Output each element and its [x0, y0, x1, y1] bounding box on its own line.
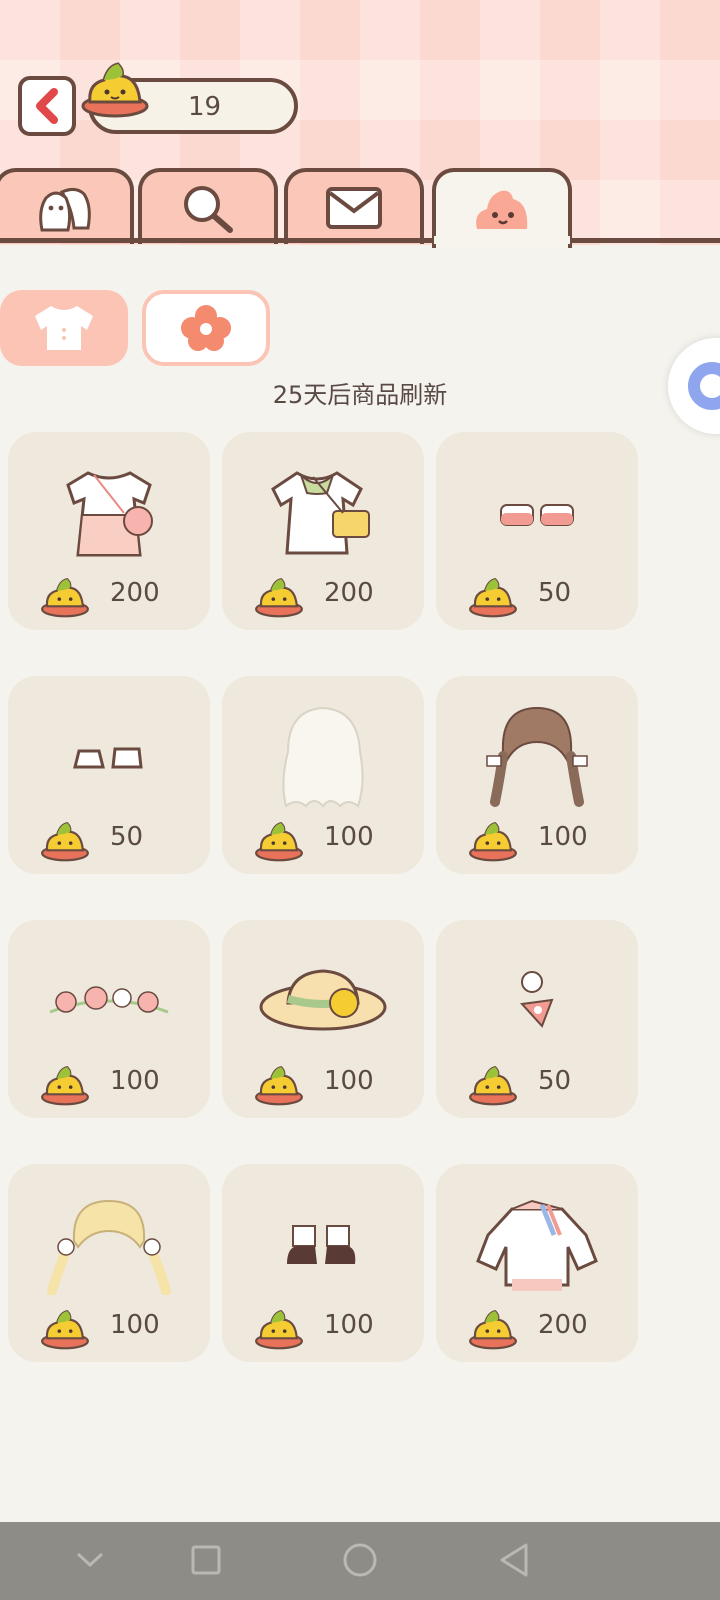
- nav-home-button[interactable]: [340, 1540, 380, 1580]
- poop-coin-icon: [41, 1065, 89, 1106]
- square-icon: [191, 1545, 221, 1575]
- poop-coin-icon: [41, 1309, 89, 1350]
- shop-item[interactable]: 100: [436, 676, 638, 874]
- poop-coin-icon: [469, 821, 517, 862]
- item-price: 50: [110, 822, 144, 852]
- shop-item[interactable]: 200: [8, 432, 210, 630]
- tab-friends[interactable]: [0, 168, 134, 244]
- green-dress-bag-icon: [271, 471, 370, 555]
- magnifier-icon: [184, 186, 233, 233]
- triangle-back-icon: [500, 1543, 528, 1577]
- shop-item[interactable]: 100: [222, 1164, 424, 1362]
- item-price: 50: [538, 1066, 572, 1096]
- poop-coin-icon: [41, 577, 89, 618]
- flower-icon: [181, 305, 231, 351]
- system-navigation-bar: [0, 1522, 720, 1600]
- category-clothes-button[interactable]: [0, 290, 128, 366]
- nav-collapse-button[interactable]: [70, 1540, 110, 1580]
- chevron-down-icon: [76, 1552, 104, 1568]
- tab-bar: [0, 168, 720, 248]
- tab-divider: [0, 238, 720, 243]
- poop-coin-icon: [41, 821, 89, 862]
- tab-mail[interactable]: [284, 168, 424, 244]
- ghost-friends-icon: [39, 187, 91, 232]
- item-price: 100: [324, 822, 374, 852]
- chevron-left-icon: [36, 88, 58, 124]
- nav-back-button[interactable]: [494, 1540, 534, 1580]
- blonde-pigtail-hair-icon: [47, 1199, 171, 1295]
- item-price: 100: [324, 1310, 374, 1340]
- assistant-ring-icon: [688, 362, 720, 410]
- envelope-icon: [326, 187, 382, 229]
- poop-coin-icon: [255, 1065, 303, 1106]
- refresh-countdown-text: 25天后商品刷新: [272, 381, 448, 409]
- straw-hat-icon: [259, 969, 387, 1031]
- poop-icon: [476, 190, 528, 229]
- pink-shoes-icon: [500, 504, 574, 526]
- circle-icon: [343, 1543, 377, 1577]
- item-price: 200: [538, 1310, 588, 1340]
- poop-coin-icon: [255, 1309, 303, 1350]
- item-price: 100: [110, 1310, 160, 1340]
- item-price: 100: [110, 1066, 160, 1096]
- shop-item[interactable]: 200: [436, 1164, 638, 1362]
- currency-value: 19: [188, 92, 222, 122]
- shop-item[interactable]: 50: [436, 432, 638, 630]
- category-accessories-button[interactable]: [142, 290, 270, 366]
- white-wavy-hair-icon: [282, 706, 364, 808]
- shop-item[interactable]: 50: [8, 676, 210, 874]
- item-price: 100: [538, 822, 588, 852]
- item-price: 50: [538, 578, 572, 608]
- shirt-icon: [35, 306, 93, 350]
- nav-recents-button[interactable]: [186, 1540, 226, 1580]
- shop-item[interactable]: 100: [222, 676, 424, 874]
- brown-shoes-icon: [287, 1225, 356, 1264]
- poop-coin-icon: [469, 1065, 517, 1106]
- pink-dress-icon: [66, 471, 153, 557]
- back-button[interactable]: [18, 76, 76, 136]
- item-price: 100: [324, 1066, 374, 1096]
- brown-braid-hair-icon: [486, 706, 588, 807]
- poop-coin-icon: [255, 821, 303, 862]
- poop-coin-icon: [255, 577, 303, 618]
- flower-crown-icon: [49, 986, 169, 1014]
- poop-coin-icon: [469, 577, 517, 618]
- tab-search[interactable]: [138, 168, 278, 244]
- shop-item[interactable]: 200: [222, 432, 424, 630]
- active-tab-gap: [434, 236, 570, 244]
- hair-clip-icon: [519, 971, 554, 1028]
- poop-coin-icon: [81, 62, 149, 118]
- item-price: 200: [110, 578, 160, 608]
- white-jacket-icon: [476, 1199, 598, 1291]
- shop-item[interactable]: 100: [8, 1164, 210, 1362]
- shop-item[interactable]: 50: [436, 920, 638, 1118]
- shop-item[interactable]: 100: [8, 920, 210, 1118]
- white-shoes-icon: [73, 747, 143, 769]
- floating-assistant-button[interactable]: [668, 338, 720, 434]
- item-price: 200: [324, 578, 374, 608]
- poop-coin-icon: [469, 1309, 517, 1350]
- shop-item[interactable]: 100: [222, 920, 424, 1118]
